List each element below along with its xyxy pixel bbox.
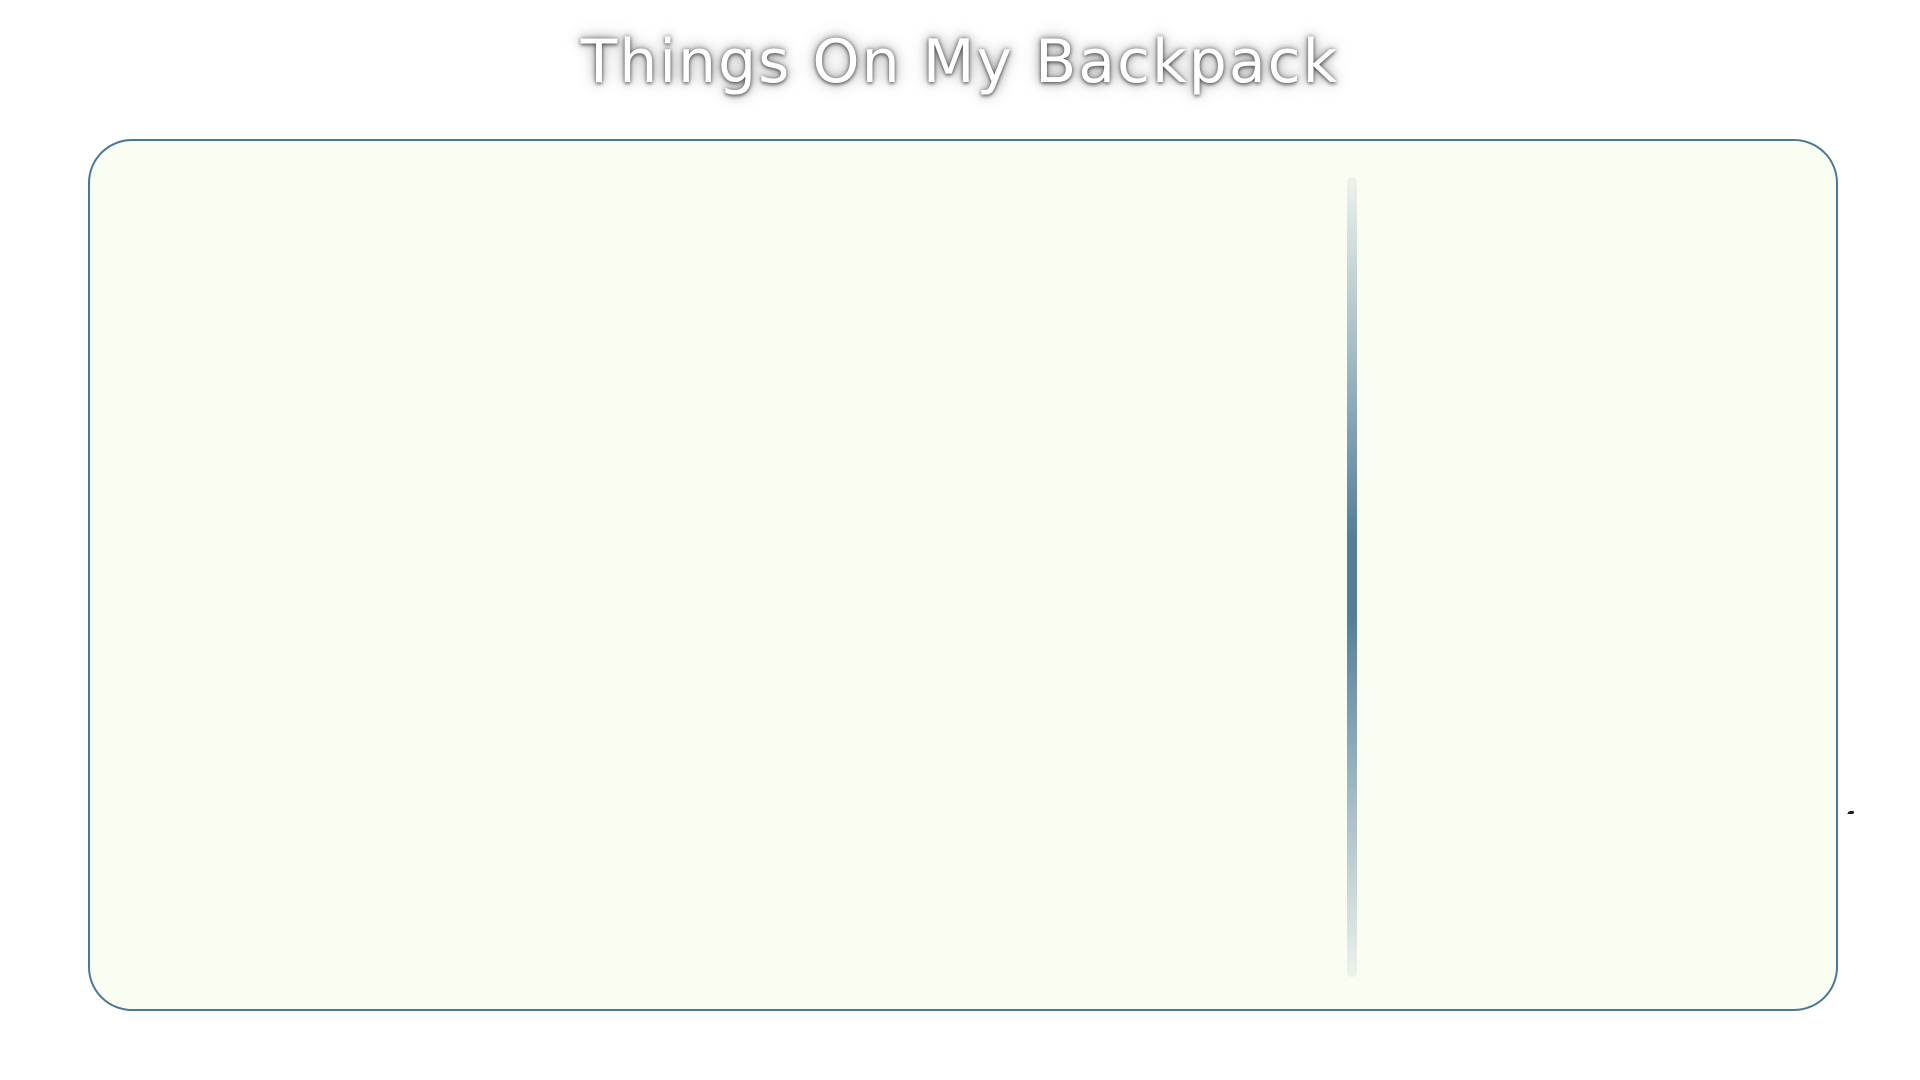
page-title: Things On My Backpack [580,27,1340,97]
backpack-board[interactable] [88,139,1838,1011]
panel-divider [1347,177,1357,977]
side-panel[interactable] [1375,161,1815,991]
items-drop-area[interactable] [110,161,1330,991]
small-marker-icon [1847,811,1855,814]
page: Things On My Backpack [0,0,1920,1080]
